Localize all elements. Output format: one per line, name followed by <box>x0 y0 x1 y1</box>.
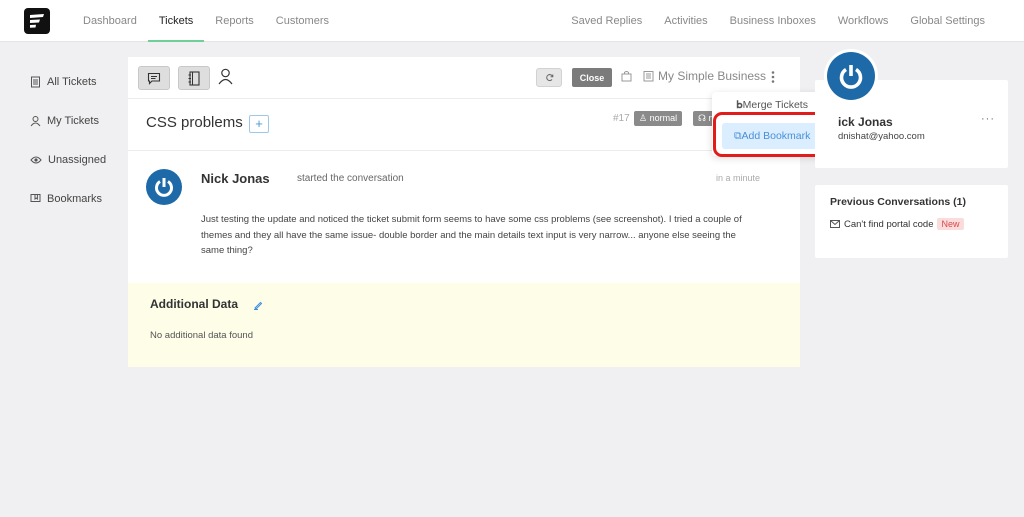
ticket-title: CSS problems <box>146 114 243 131</box>
nav-dashboard[interactable]: Dashboard <box>72 0 148 42</box>
previous-conversations-title: Previous Conversations (1) <box>830 196 966 208</box>
conversation-view-button[interactable] <box>138 66 170 90</box>
avatar <box>146 169 182 205</box>
add-tag-button[interactable]: + <box>249 115 269 133</box>
sidebar-item-label: All Tickets <box>47 75 97 88</box>
merge-icon: ᖯ <box>736 99 743 111</box>
bookmark-icon <box>30 194 41 202</box>
conversation-body: Just testing the update and noticed the … <box>201 214 742 256</box>
power-icon <box>155 178 173 197</box>
sidebar-item-label: Unassigned <box>48 153 107 166</box>
refresh-button[interactable] <box>536 68 562 87</box>
sidebar: All Tickets My Tickets Unassigned Bookma… <box>30 62 120 218</box>
conversation-time: in a minute <box>716 173 761 183</box>
sidebar-item-label: Bookmarks <box>47 192 103 205</box>
additional-data-title: Additional Data <box>150 297 239 311</box>
additional-data-section: Additional Data No additional data found <box>128 283 800 367</box>
headset-icon: ☊ <box>698 113 706 123</box>
status-badge: New <box>937 218 964 230</box>
refresh-icon <box>545 74 553 82</box>
conversation-entry: Nick Jonas started the conversation in a… <box>128 152 800 283</box>
app-logo-icon[interactable] <box>24 8 50 34</box>
priority-badge: ♙ normal <box>634 111 683 126</box>
pencil-icon[interactable] <box>253 299 263 313</box>
ticket-title-row: CSS problems + #17 ♙ normal ☊ n <box>128 99 800 151</box>
merge-tickets-item[interactable]: ᖯMerge Tickets <box>736 99 808 111</box>
bag-icon[interactable] <box>621 70 632 85</box>
person-icon: ♙ <box>639 113 648 123</box>
ticket-panel: Close My Simple Business CSS problems + … <box>128 57 800 367</box>
nav-customers[interactable]: Customers <box>265 0 340 42</box>
previous-conversation-item[interactable]: Can't find portal code New <box>830 218 964 230</box>
customer-email: dnishat@yahoo.com <box>838 131 925 142</box>
merge-tickets-label: Merge Tickets <box>742 99 808 111</box>
nav-reports[interactable]: Reports <box>204 0 265 42</box>
document-icon <box>31 76 40 87</box>
profile-more-button[interactable]: ··· <box>981 113 995 125</box>
sidebar-item-bookmarks[interactable]: Bookmarks <box>30 179 120 218</box>
nav-saved-replies[interactable]: Saved Replies <box>560 0 653 42</box>
assign-person-button[interactable] <box>218 68 233 88</box>
sidebar-item-label: My Tickets <box>47 114 99 127</box>
conversation-author[interactable]: Nick Jonas <box>201 171 270 186</box>
avatar <box>824 49 878 103</box>
building-icon <box>643 70 654 85</box>
previous-conversation-label: Can't find portal code <box>844 218 934 230</box>
close-ticket-button[interactable]: Close <box>572 68 612 87</box>
envelope-icon <box>830 220 840 228</box>
sidebar-item-all-tickets[interactable]: All Tickets <box>30 62 120 101</box>
nav-tickets[interactable]: Tickets <box>147 0 205 42</box>
nav-workflows[interactable]: Workflows <box>827 0 900 42</box>
top-navbar: Dashboard Tickets Reports Customers Save… <box>0 0 1024 42</box>
chat-icon <box>147 72 161 85</box>
business-name[interactable]: My Simple Business <box>658 69 766 83</box>
nav-business-inboxes[interactable]: Business Inboxes <box>719 0 827 42</box>
avatar-circle <box>827 52 875 100</box>
power-icon <box>839 65 863 89</box>
customer-name: ick Jonas <box>838 115 893 129</box>
priority-badge-label: normal <box>649 113 678 123</box>
sidebar-item-my-tickets[interactable]: My Tickets <box>30 101 120 140</box>
ticket-number: #17 <box>613 113 630 124</box>
person-icon <box>218 68 233 85</box>
notebook-view-button[interactable] <box>178 66 210 90</box>
notebook-icon <box>188 70 200 86</box>
nav-activities[interactable]: Activities <box>653 0 718 42</box>
ticket-toolbar: Close My Simple Business <box>128 57 800 99</box>
eye-icon <box>30 156 42 163</box>
conversation-action: started the conversation <box>297 173 404 184</box>
sidebar-item-unassigned[interactable]: Unassigned <box>30 140 120 179</box>
nav-global-settings[interactable]: Global Settings <box>899 0 996 42</box>
person-icon <box>30 115 41 126</box>
more-options-icon[interactable] <box>771 70 775 87</box>
additional-data-empty: No additional data found <box>150 330 253 341</box>
